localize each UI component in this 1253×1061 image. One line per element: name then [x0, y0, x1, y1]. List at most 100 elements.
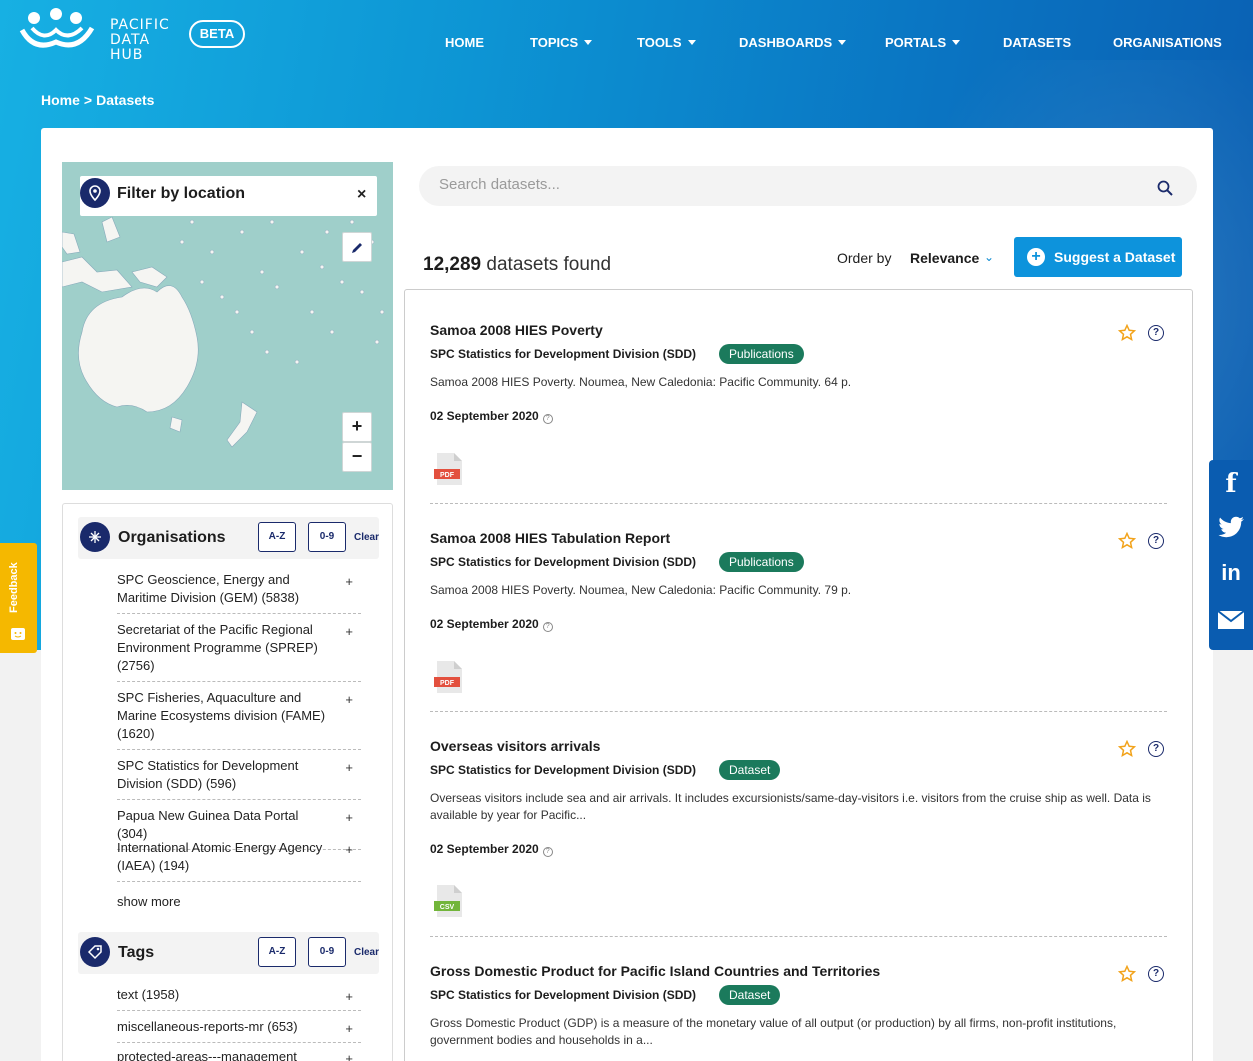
chevron-down-icon [838, 40, 847, 45]
organisations-sort-az-button[interactable]: A-Z [258, 522, 296, 552]
facebook-icon[interactable]: f [1209, 462, 1253, 508]
tag-facet-item[interactable]: miscellaneous-reports-mr (653) + [117, 1018, 361, 1043]
plus-icon[interactable]: + [345, 573, 353, 591]
dataset-type-badge: Publications [719, 552, 804, 572]
nav-dashboards[interactable]: DASHBOARDS [739, 35, 847, 50]
feedback-label: Feedback [8, 562, 20, 613]
plus-icon[interactable]: + [345, 988, 353, 1006]
breadcrumb-separator: > [83, 92, 93, 108]
dataset-title[interactable]: Overseas visitors arrivals [430, 738, 600, 754]
tag-icon [80, 937, 110, 967]
suggest-dataset-button[interactable]: + Suggest a Dataset [1014, 237, 1182, 277]
order-by-select[interactable]: Relevance [910, 250, 979, 266]
plus-icon[interactable]: + [345, 623, 353, 641]
pencil-icon[interactable] [342, 232, 372, 262]
info-icon[interactable]: ? [542, 847, 553, 857]
linkedin-icon[interactable]: in [1209, 550, 1253, 596]
pdf-file-icon[interactable]: PDF [434, 660, 464, 694]
order-by-label: Order by [837, 250, 892, 266]
organisations-icon [80, 522, 110, 552]
help-icon[interactable]: ? [1148, 741, 1164, 757]
chevron-down-icon [584, 40, 593, 45]
help-icon[interactable]: ? [1148, 533, 1164, 549]
nav-datasets[interactable]: DATASETS [1003, 35, 1071, 50]
nav-home[interactable]: HOME [445, 35, 484, 50]
dataset-title[interactable]: Samoa 2008 HIES Poverty [430, 322, 603, 338]
filter-location-title: Filter by location [117, 185, 246, 202]
dataset-description: Samoa 2008 HIES Poverty. Noumea, New Cal… [430, 375, 852, 389]
organisations-clear-button[interactable]: Clear [354, 532, 379, 543]
star-icon[interactable] [1118, 324, 1136, 342]
svg-text:PDF: PDF [440, 472, 455, 479]
results-count: 12,289 datasets found [423, 254, 612, 275]
feedback-tab[interactable]: Feedback [0, 543, 37, 653]
dataset-organisation[interactable]: SPC Statistics for Development Division … [430, 555, 696, 569]
nav-tools[interactable]: TOOLS [637, 35, 696, 50]
organisation-facet-item[interactable]: International Atomic Energy Agency (IAEA… [117, 839, 361, 882]
organisations-title: Organisations [118, 529, 226, 546]
tag-facet-item[interactable]: protected-areas---management (564)+ [117, 1048, 361, 1061]
dataset-card: Overseas visitors arrivals SPC Statistic… [430, 738, 1167, 937]
breadcrumb: Home > Datasets [41, 92, 154, 108]
help-icon[interactable]: ? [1148, 325, 1164, 341]
dataset-title[interactable]: Gross Domestic Product for Pacific Islan… [430, 963, 880, 979]
dataset-organisation[interactable]: SPC Statistics for Development Division … [430, 347, 696, 361]
plus-icon[interactable]: + [345, 809, 353, 827]
search-icon[interactable] [1157, 180, 1173, 196]
dataset-date: 02 September 2020? [430, 409, 553, 424]
search-input[interactable] [439, 176, 1119, 193]
dataset-type-badge: Dataset [719, 985, 781, 1005]
csv-file-icon[interactable]: CSV [434, 884, 464, 918]
show-more-link[interactable]: show more [117, 894, 181, 909]
tags-clear-button[interactable]: Clear [354, 947, 379, 958]
mail-icon[interactable] [1209, 596, 1253, 642]
nav-topics[interactable]: TOPICS [530, 35, 593, 50]
tag-facet-item[interactable]: text (1958) + [117, 986, 361, 1011]
dataset-description: Samoa 2008 HIES Poverty. Noumea, New Cal… [430, 583, 852, 597]
logo-text: PACIFIC DATA HUB [110, 17, 170, 63]
svg-text:PDF: PDF [440, 680, 455, 687]
dataset-card: Gross Domestic Product for Pacific Islan… [430, 963, 1167, 1061]
nav-organisations[interactable]: ORGANISATIONS [1113, 35, 1222, 50]
chevron-down-icon [952, 40, 961, 45]
pdf-file-icon[interactable]: PDF [434, 452, 464, 486]
tags-title: Tags [118, 944, 155, 961]
organisation-facet-item[interactable]: SPC Geoscience, Energy and Maritime Divi… [117, 571, 361, 614]
plus-icon[interactable]: + [345, 841, 353, 859]
chevron-down-icon[interactable]: ⌄ [984, 250, 994, 264]
twitter-icon[interactable] [1209, 506, 1253, 552]
zoom-out-button[interactable]: − [342, 442, 372, 472]
dataset-card: Samoa 2008 HIES Poverty SPC Statistics f… [430, 322, 1167, 504]
tags-sort-count-button[interactable]: 0-9 [308, 937, 346, 967]
pacific-data-hub-logo[interactable]: PACIFIC DATA HUB [18, 8, 178, 63]
plus-circle-icon: + [1027, 248, 1045, 266]
organisations-sort-count-button[interactable]: 0-9 [308, 522, 346, 552]
dataset-date: 02 September 2020? [430, 842, 553, 857]
nav-portals[interactable]: PORTALS [885, 35, 961, 50]
dataset-description: Overseas visitors include sea and air ar… [430, 791, 1151, 822]
dataset-organisation[interactable]: SPC Statistics for Development Division … [430, 988, 696, 1002]
organisation-facet-item[interactable]: SPC Fisheries, Aquaculture and Marine Ec… [117, 689, 361, 750]
plus-icon[interactable]: + [345, 759, 353, 777]
info-icon[interactable]: ? [542, 622, 553, 632]
plus-icon[interactable]: + [345, 1020, 353, 1038]
zoom-in-button[interactable]: + [342, 412, 372, 442]
dataset-card: Samoa 2008 HIES Tabulation Report SPC St… [430, 530, 1167, 712]
dataset-description: Gross Domestic Product (GDP) is a measur… [430, 1016, 1117, 1047]
star-icon[interactable] [1118, 532, 1136, 550]
breadcrumb-current: Datasets [96, 92, 155, 108]
organisation-facet-item[interactable]: SPC Statistics for Development Division … [117, 757, 361, 800]
dataset-title[interactable]: Samoa 2008 HIES Tabulation Report [430, 530, 670, 546]
organisation-facet-item[interactable]: Secretariat of the Pacific Regional Envi… [117, 621, 361, 682]
star-icon[interactable] [1118, 965, 1136, 983]
close-icon[interactable]: × [357, 186, 366, 204]
plus-icon[interactable]: + [345, 691, 353, 709]
tags-sort-az-button[interactable]: A-Z [258, 937, 296, 967]
breadcrumb-home[interactable]: Home [41, 92, 80, 108]
info-icon[interactable]: ? [542, 414, 553, 424]
help-icon[interactable]: ? [1148, 966, 1164, 982]
star-icon[interactable] [1118, 740, 1136, 758]
chevron-down-icon [687, 40, 696, 45]
dataset-organisation[interactable]: SPC Statistics for Development Division … [430, 763, 696, 777]
plus-icon[interactable]: + [345, 1050, 353, 1061]
